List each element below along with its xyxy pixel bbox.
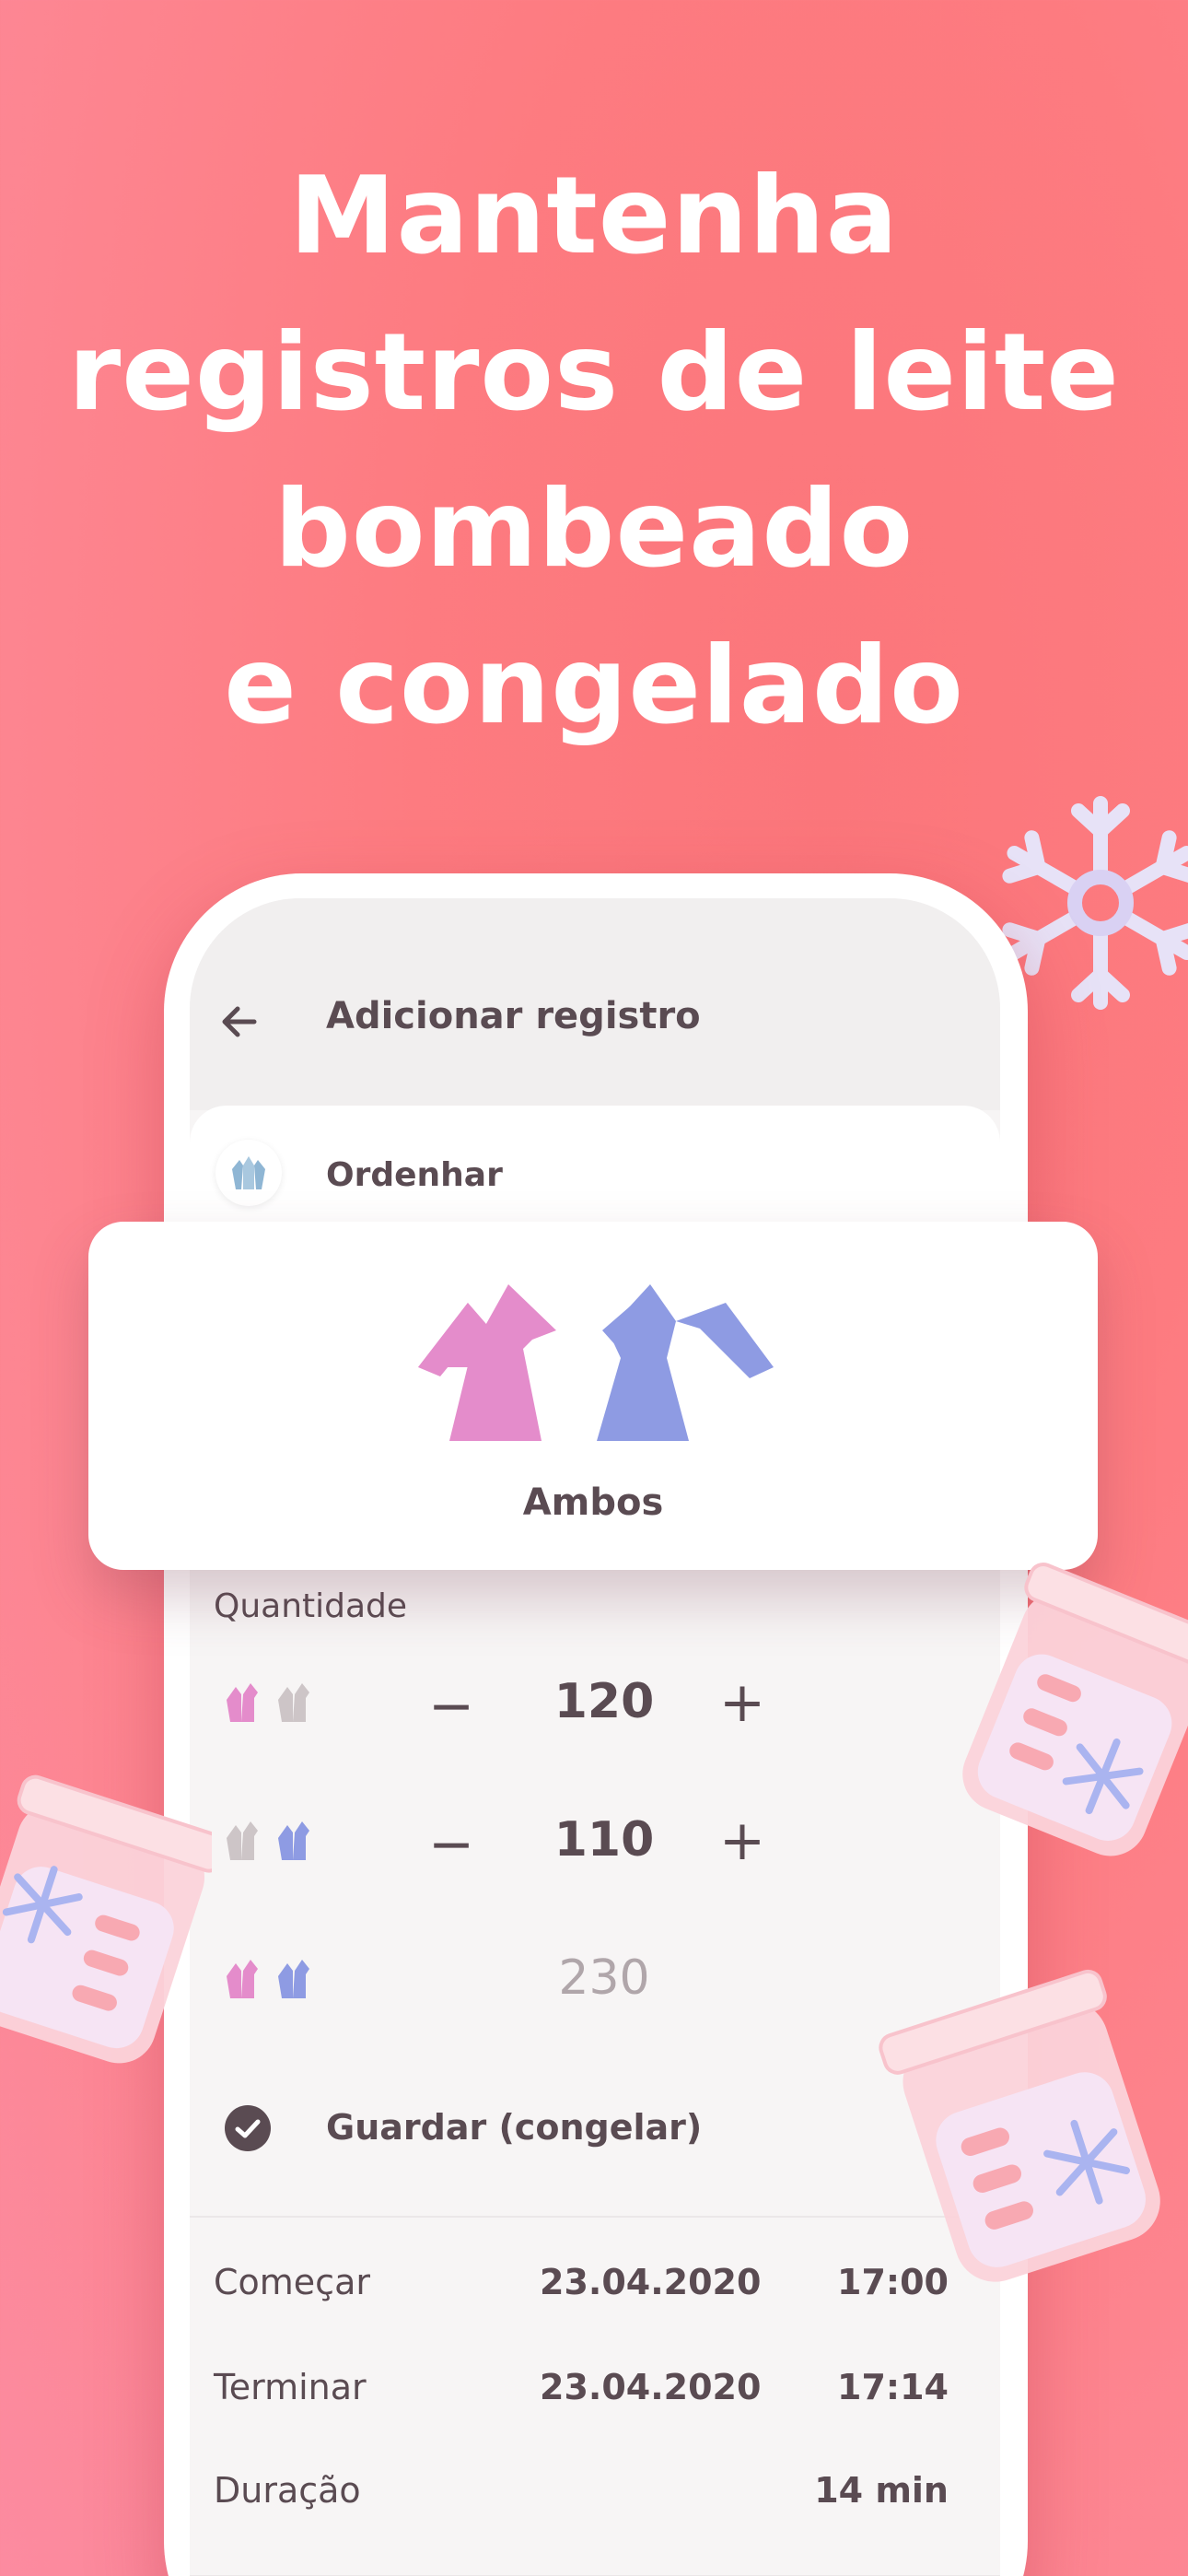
duration-value: 14 min (814, 2470, 949, 2511)
store-frozen-label: Guardar (congelar) (326, 2107, 703, 2148)
page-title: Adicionar registro (326, 995, 701, 1037)
duration-row: Duração 14 min (190, 2453, 1000, 2527)
left-pump-active-icon (227, 1683, 309, 1722)
increase-left-button[interactable]: + (715, 1670, 770, 1735)
breast-pump-icon (215, 1140, 282, 1206)
headline-line-2: registros de leite (68, 310, 1120, 435)
pump-side-selector[interactable]: Ambos (88, 1222, 1098, 1570)
quantity-row-right: − 110 + (190, 1792, 1000, 1884)
duration-label: Duração (214, 2470, 361, 2511)
increase-right-button[interactable]: + (715, 1809, 770, 1873)
end-label: Terminar (214, 2367, 367, 2407)
headline-line-1: Mantenha (289, 154, 899, 278)
right-amount: 110 (553, 1812, 655, 1868)
end-date[interactable]: 23.04.2020 (540, 2367, 761, 2407)
frozen-milk-jar-icon (0, 1774, 212, 2064)
quantity-row-left: − 120 + (190, 1654, 1000, 1746)
decrease-left-button[interactable]: − (424, 1674, 479, 1739)
mode-label: Ordenhar (326, 1156, 503, 1194)
total-amount: 230 (558, 1950, 650, 2006)
selector-label: Ambos (522, 1481, 664, 1524)
start-label: Começar (214, 2262, 370, 2302)
arrow-left-icon[interactable] (219, 1001, 260, 1042)
headline: Mantenha registros de leite bombeado e c… (0, 138, 1188, 765)
start-date[interactable]: 23.04.2020 (540, 2262, 761, 2302)
headline-line-3: bombeado (274, 467, 914, 591)
end-time[interactable]: 17:14 (837, 2367, 949, 2407)
quantity-label: Quantidade (214, 1587, 408, 1625)
frozen-milk-jar-icon (879, 1969, 1160, 2282)
decrease-right-button[interactable]: − (424, 1812, 479, 1877)
frozen-milk-jar-icon (962, 1562, 1188, 1856)
app-bar: Adicionar registro (190, 898, 1000, 1110)
headline-line-4: e congelado (224, 624, 964, 748)
checkmark-icon[interactable] (225, 2105, 271, 2151)
both-pumps-icon (227, 1960, 309, 1998)
right-pump-active-icon (227, 1821, 309, 1860)
left-amount: 120 (553, 1674, 655, 1729)
both-pumps-large-icon (418, 1284, 774, 1441)
